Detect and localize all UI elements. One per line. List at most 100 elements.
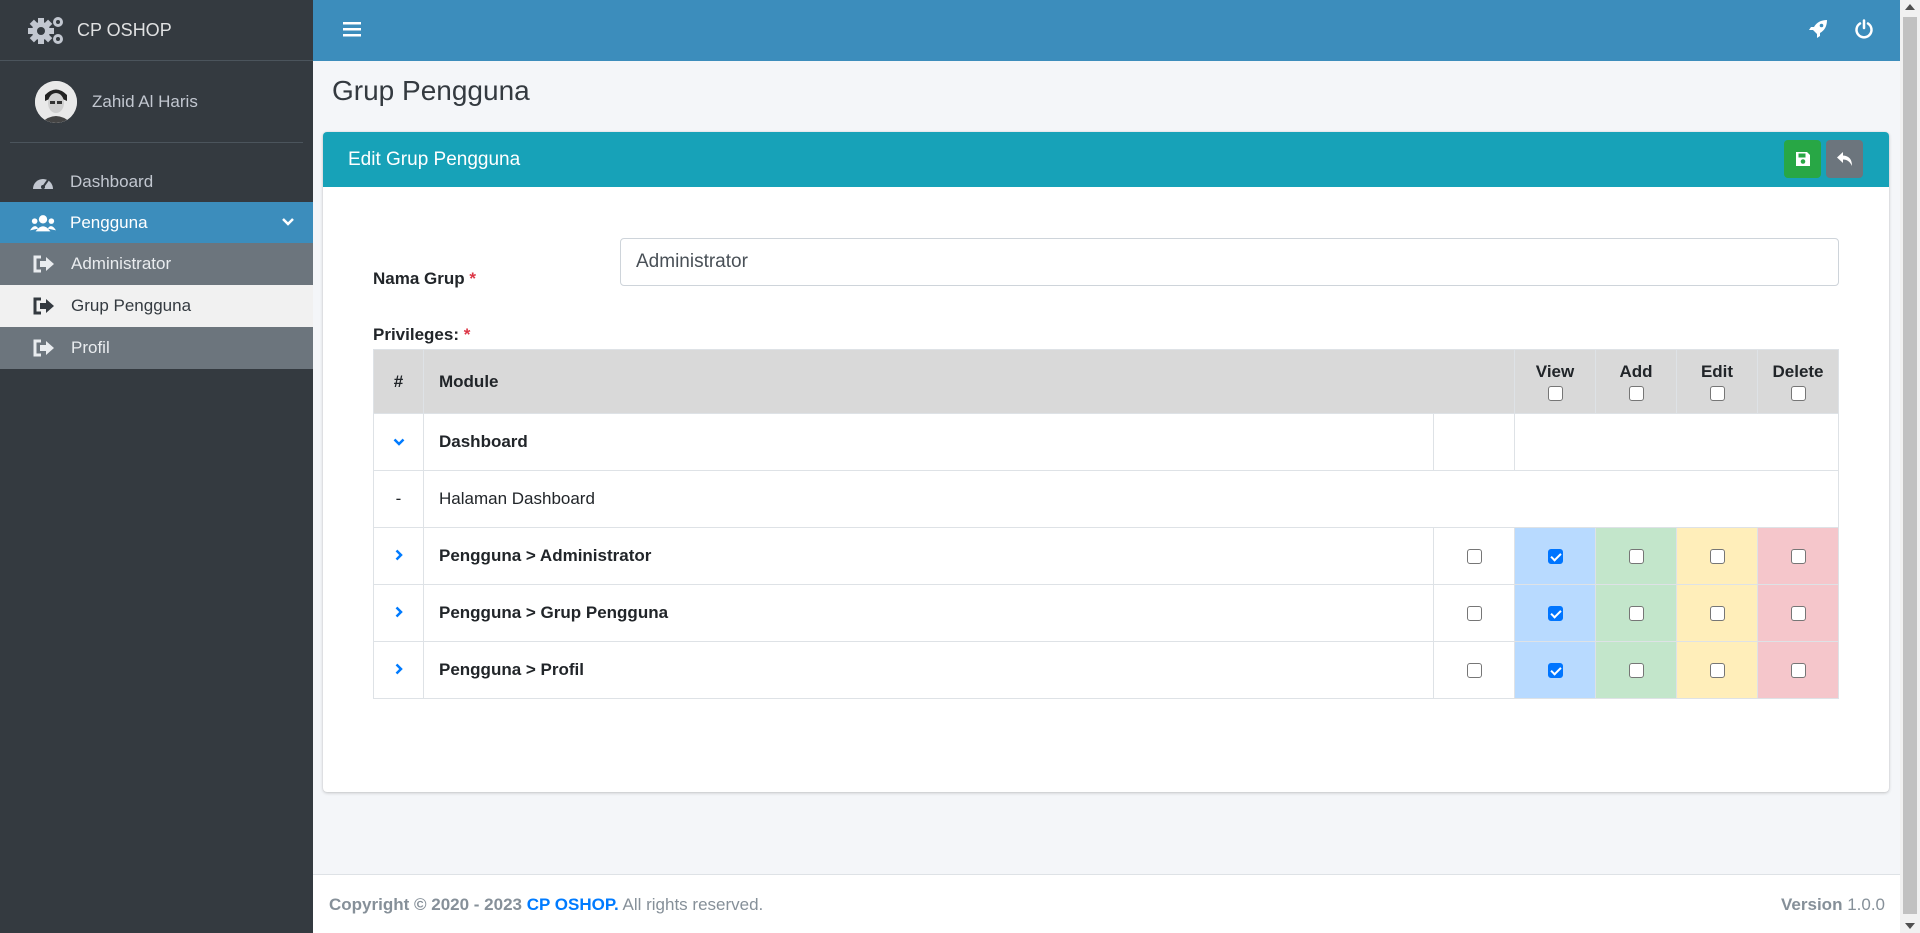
version-info: Version 1.0.0: [1781, 895, 1885, 915]
sidebar-subitem-administrator[interactable]: Administrator: [0, 243, 313, 285]
group-name-input[interactable]: Administrator: [620, 238, 1839, 286]
row-all-checkbox[interactable]: [1466, 606, 1482, 622]
row-all-cell: [1433, 527, 1515, 585]
edit-checkbox[interactable]: [1709, 606, 1725, 622]
delete-header-label: Delete: [1772, 362, 1824, 381]
group-name-value: Administrator: [636, 251, 748, 272]
expand-toggle[interactable]: [373, 527, 424, 585]
expand-toggle[interactable]: [373, 641, 424, 699]
col-header-num: #: [373, 349, 424, 414]
col-header-delete: Delete: [1757, 349, 1839, 414]
card-header: Edit Grup Pengguna: [323, 132, 1889, 187]
delete-cell: [1757, 584, 1839, 642]
footer-brand-link[interactable]: CP OSHOP.: [527, 895, 619, 914]
col-header-module: Module: [423, 349, 1515, 414]
table-row: Pengguna > Administrator: [373, 527, 1839, 585]
sidebar-subitem-label: Grup Pengguna: [71, 296, 192, 315]
row-empty-cell: [1514, 413, 1839, 471]
required-mark: *: [469, 269, 476, 288]
chevron-right-icon: [395, 663, 403, 675]
view-checkbox[interactable]: [1547, 549, 1563, 565]
avatar[interactable]: [35, 80, 77, 123]
delete-checkbox[interactable]: [1790, 606, 1806, 622]
module-name: Halaman Dashboard: [423, 470, 1839, 528]
table-row: Dashboard: [373, 413, 1839, 471]
version-number: 1.0.0: [1847, 895, 1885, 914]
add-cell: [1595, 641, 1677, 699]
sidebar-subitem-grup-pengguna[interactable]: Grup Pengguna: [0, 285, 313, 327]
back-button[interactable]: [1826, 140, 1863, 178]
row-all-checkbox[interactable]: [1466, 663, 1482, 679]
user-panel[interactable]: Zahid Al Haris: [10, 61, 303, 143]
edit-all-checkbox[interactable]: [1709, 386, 1725, 401]
sidebar-item-label: Pengguna: [70, 212, 148, 232]
users-icon: [30, 213, 56, 233]
row-empty-cell: [1433, 413, 1515, 471]
power-icon[interactable]: [1854, 19, 1874, 44]
brand-link[interactable]: CP OSHOP: [0, 0, 313, 61]
sidebar-nav: Dashboard Pengguna Administrator Grup Pe…: [0, 161, 313, 369]
module-name: Pengguna > Administrator: [423, 527, 1434, 585]
version-label: Version: [1781, 895, 1843, 914]
row-all-checkbox[interactable]: [1466, 549, 1482, 565]
add-all-checkbox[interactable]: [1628, 386, 1644, 401]
page-title: Grup Pengguna: [332, 75, 530, 106]
sign-out-icon: [32, 254, 56, 274]
card-title: Edit Grup Pengguna: [348, 149, 521, 170]
privileges-table: # Module View Add Edit Delete Dashboard …: [373, 349, 1839, 699]
expand-toggle[interactable]: [373, 584, 424, 642]
col-header-edit: Edit: [1676, 349, 1758, 414]
floppy-icon: [1795, 152, 1810, 166]
view-header-label: View: [1535, 362, 1575, 381]
scroll-down-arrow[interactable]: [1905, 923, 1915, 929]
row-all-cell: [1433, 584, 1515, 642]
table-row: - Halaman Dashboard: [373, 470, 1839, 528]
col-header-add: Add: [1595, 349, 1677, 414]
sign-out-icon: [32, 338, 56, 358]
top-navbar: [313, 0, 1900, 61]
sign-out-icon: [32, 296, 56, 316]
edit-header-label: Edit: [1700, 362, 1734, 381]
table-row: Pengguna > Grup Pengguna: [373, 584, 1839, 642]
required-mark: *: [463, 325, 471, 344]
sidebar-subitem-profil[interactable]: Profil: [0, 327, 313, 369]
chevron-down-icon: [393, 438, 404, 446]
add-checkbox[interactable]: [1628, 549, 1644, 565]
sidebar-item-pengguna[interactable]: Pengguna: [0, 202, 313, 243]
col-header-view: View: [1514, 349, 1596, 414]
rights-text: All rights reserved.: [622, 895, 764, 914]
sidebar-item-label: Dashboard: [70, 171, 154, 191]
bars-icon[interactable]: [343, 20, 361, 43]
gears-icon: [28, 17, 63, 44]
edit-checkbox[interactable]: [1709, 663, 1725, 679]
tachometer-icon: [30, 172, 56, 192]
add-cell: [1595, 584, 1677, 642]
view-checkbox[interactable]: [1547, 606, 1563, 622]
delete-cell: [1757, 527, 1839, 585]
group-name-label-text: Nama Grup: [373, 269, 465, 288]
delete-checkbox[interactable]: [1790, 663, 1806, 679]
module-name: Dashboard: [423, 413, 1434, 471]
save-button[interactable]: [1784, 140, 1821, 178]
scroll-thumb[interactable]: [1903, 17, 1917, 914]
user-name[interactable]: Zahid Al Haris: [92, 92, 198, 112]
scrollbar[interactable]: [1900, 0, 1920, 933]
add-checkbox[interactable]: [1628, 663, 1644, 679]
view-cell: [1514, 584, 1596, 642]
reply-icon: [1836, 152, 1852, 166]
edit-checkbox[interactable]: [1709, 549, 1725, 565]
collapse-toggle[interactable]: [373, 413, 424, 471]
sidebar-item-dashboard[interactable]: Dashboard: [0, 161, 313, 202]
view-checkbox[interactable]: [1547, 663, 1563, 679]
view-all-checkbox[interactable]: [1547, 386, 1563, 401]
content-wrapper: Grup Pengguna Edit Grup Pengguna Nama Gr…: [313, 61, 1900, 874]
privileges-label: Privileges: *: [373, 325, 470, 345]
delete-all-checkbox[interactable]: [1790, 386, 1806, 401]
scroll-up-arrow[interactable]: [1905, 4, 1915, 10]
rocket-icon[interactable]: [1808, 19, 1828, 44]
add-cell: [1595, 527, 1677, 585]
brand-name: CP OSHOP: [77, 19, 172, 40]
delete-checkbox[interactable]: [1790, 549, 1806, 565]
add-checkbox[interactable]: [1628, 606, 1644, 622]
edit-cell: [1676, 641, 1758, 699]
